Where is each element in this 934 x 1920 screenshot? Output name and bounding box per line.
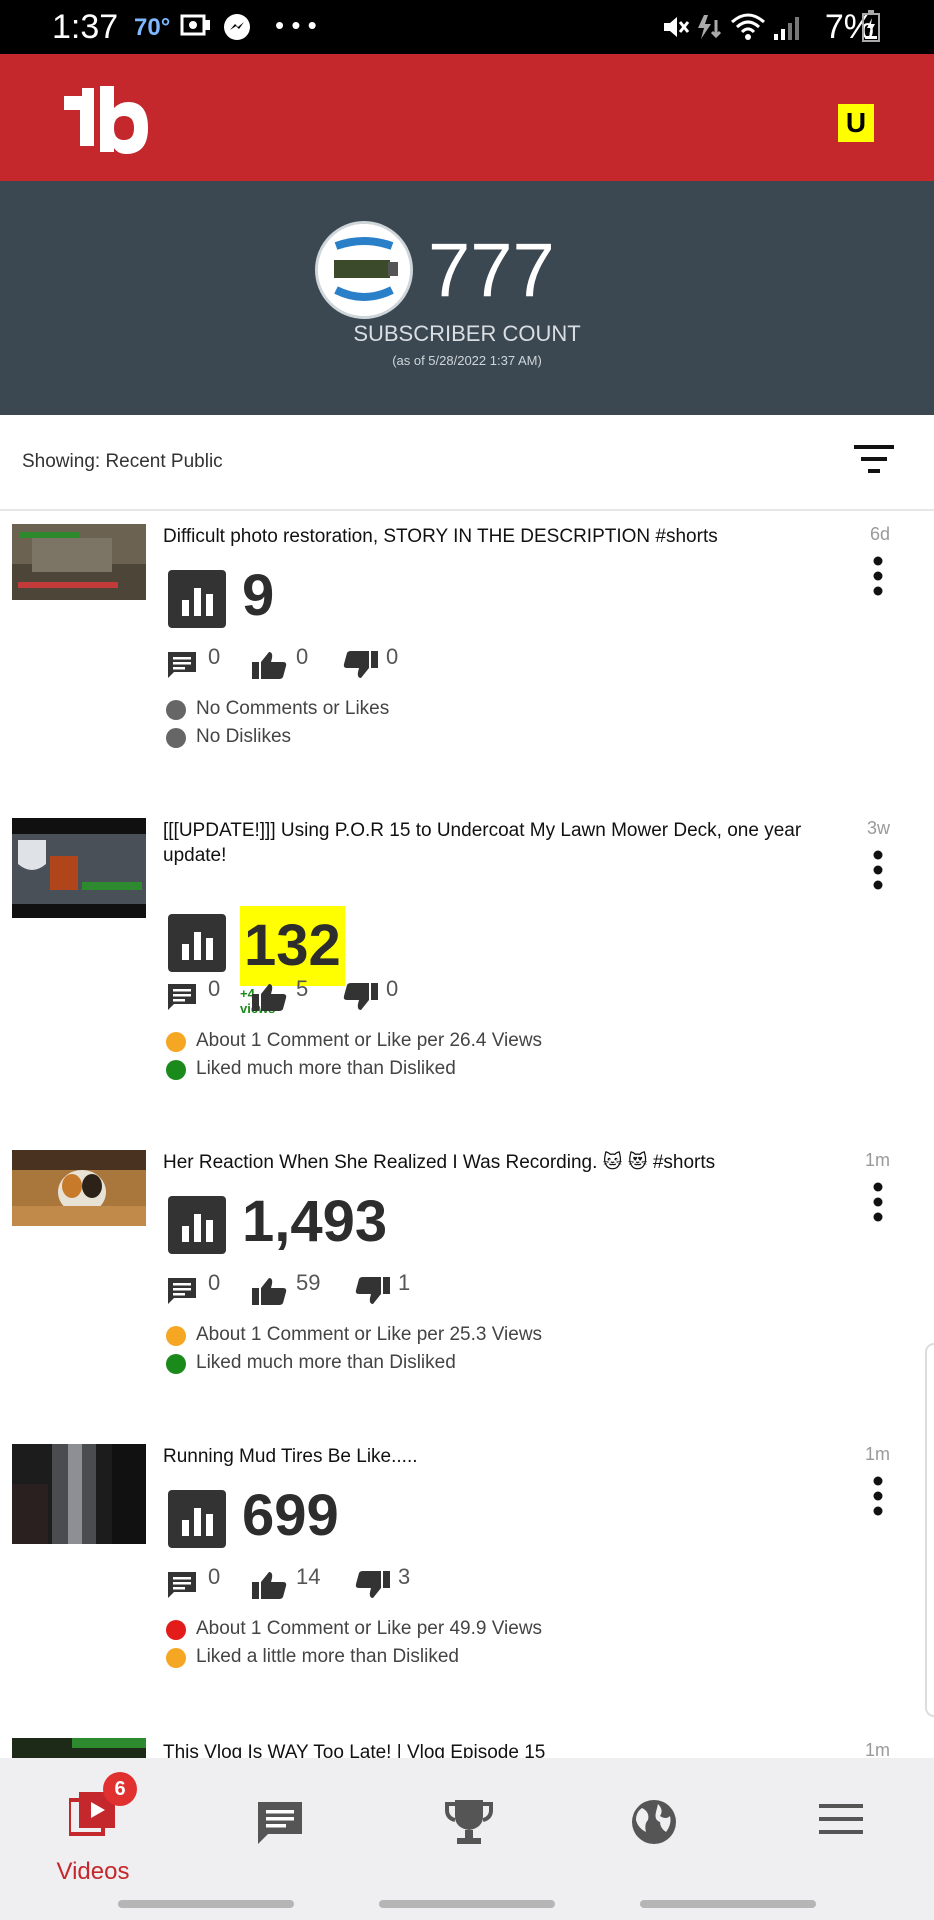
views-chart-icon <box>168 1196 226 1254</box>
app-header: U <box>0 54 934 181</box>
more-notifications-icon: • • • <box>275 10 317 40</box>
status-dot <box>166 1354 186 1374</box>
globe-icon <box>632 1800 676 1844</box>
videos-badge: 6 <box>103 1772 137 1806</box>
subscriber-count-label: SUBSCRIBER COUNT <box>353 321 581 346</box>
more-options-icon[interactable] <box>872 1182 884 1227</box>
dislike-count: 3 <box>398 1564 411 1589</box>
video-thumbnail[interactable] <box>12 1738 146 1758</box>
gesture-bar-right <box>640 1900 816 1908</box>
mute-icon <box>660 12 690 47</box>
like-count: 14 <box>296 1564 321 1589</box>
views-chart-icon <box>168 570 226 628</box>
wifi-icon <box>730 12 766 47</box>
filter-row: Showing: Recent Public <box>0 415 934 511</box>
gesture-bar-left <box>118 1900 294 1908</box>
nav-videos-label: Videos <box>56 1858 130 1885</box>
scroll-handle[interactable] <box>925 1343 934 1717</box>
dislike-count: 0 <box>386 976 399 1001</box>
comment-count: 0 <box>208 644 221 669</box>
comment-count: 0 <box>208 1564 221 1589</box>
video-title[interactable]: Running Mud Tires Be Like..... <box>163 1444 803 1469</box>
nav-comments[interactable] <box>220 1778 340 1878</box>
video-thumbnail[interactable] <box>12 1444 146 1544</box>
view-count: 9 <box>242 563 275 628</box>
dislike-count: 1 <box>398 1270 411 1295</box>
tubebuddy-logo[interactable] <box>60 86 150 161</box>
trophy-icon <box>445 1800 493 1844</box>
status-bar: 1:37 70° • • • 7% <box>0 0 934 54</box>
more-options-icon[interactable] <box>872 1476 884 1521</box>
subscriber-panel: 777 SUBSCRIBER COUNT (as of 5/28/2022 1:… <box>0 181 934 415</box>
video-age: 1m <box>864 1150 890 1170</box>
view-count: 132 <box>240 906 345 986</box>
menu-icon <box>819 1804 863 1834</box>
status-dot <box>166 1620 186 1640</box>
bottom-navigation: 6 Videos <box>0 1758 934 1920</box>
video-title[interactable]: [[[UPDATE!]]] Using P.O.R 15 to Undercoa… <box>163 818 803 868</box>
comments-icon <box>258 1802 302 1844</box>
battery-icon <box>862 10 880 47</box>
like-count: 0 <box>296 644 309 669</box>
status-dot <box>166 728 186 748</box>
nav-explore[interactable] <box>594 1778 714 1878</box>
nav-achievements[interactable] <box>407 1778 527 1878</box>
video-title[interactable]: Her Reaction When She Realized I Was Rec… <box>163 1150 803 1175</box>
status-dot <box>166 1648 186 1668</box>
status-dot <box>166 1060 186 1080</box>
video-item[interactable]: [[[UPDATE!]]] Using P.O.R 15 to Undercoa… <box>0 818 934 1088</box>
status-temperature: 70° <box>134 14 171 41</box>
nav-videos[interactable]: 6 Videos <box>33 1772 153 1885</box>
messenger-icon <box>222 12 252 47</box>
views-chart-icon <box>168 1490 226 1548</box>
status-dot <box>166 1326 186 1346</box>
signal-icon <box>772 12 806 47</box>
views-chart-icon <box>168 914 226 972</box>
filter-icon[interactable] <box>852 443 896 482</box>
showing-filter-label: Showing: Recent Public <box>22 451 223 472</box>
gesture-bar-center <box>379 1900 555 1908</box>
video-title[interactable]: This Vlog Is WAY Too Late! | Vlog Episod… <box>163 1740 803 1758</box>
video-age: 6d <box>869 524 890 544</box>
video-item[interactable]: Difficult photo restoration, STORY IN TH… <box>0 524 934 764</box>
user-badge[interactable]: U <box>838 104 874 142</box>
video-item[interactable]: This Vlog Is WAY Too Late! | Vlog Episod… <box>0 1738 934 1758</box>
view-count: 699 <box>242 1483 339 1548</box>
data-icon <box>694 12 724 47</box>
video-thumbnail[interactable] <box>12 1150 146 1226</box>
subscriber-count: 777 <box>428 228 555 313</box>
gallery-notification-icon <box>180 12 212 45</box>
nav-menu[interactable] <box>781 1778 901 1878</box>
video-age: 1m <box>864 1740 890 1758</box>
like-count: 59 <box>296 1270 321 1295</box>
comment-count: 0 <box>208 976 221 1001</box>
comment-count: 0 <box>208 1270 221 1295</box>
video-thumbnail[interactable] <box>12 524 146 600</box>
video-item[interactable]: Her Reaction When She Realized I Was Rec… <box>0 1150 934 1390</box>
video-age: 3w <box>866 818 890 838</box>
like-count: 5 <box>296 976 309 1001</box>
video-thumbnail[interactable] <box>12 818 146 918</box>
more-options-icon[interactable] <box>872 556 884 601</box>
subscriber-count-timestamp: (as of 5/28/2022 1:37 AM) <box>392 353 542 368</box>
view-count: 1,493 <box>242 1189 388 1254</box>
video-age: 1m <box>864 1444 890 1464</box>
more-options-icon[interactable] <box>872 850 884 895</box>
video-item[interactable]: Running Mud Tires Be Like..... 1m 699 0 … <box>0 1444 934 1684</box>
video-title[interactable]: Difficult photo restoration, STORY IN TH… <box>163 524 803 549</box>
status-time: 1:37 <box>52 8 119 46</box>
status-dot <box>166 700 186 720</box>
channel-avatar[interactable] <box>315 221 413 319</box>
dislike-count: 0 <box>386 644 399 669</box>
status-dot <box>166 1032 186 1052</box>
